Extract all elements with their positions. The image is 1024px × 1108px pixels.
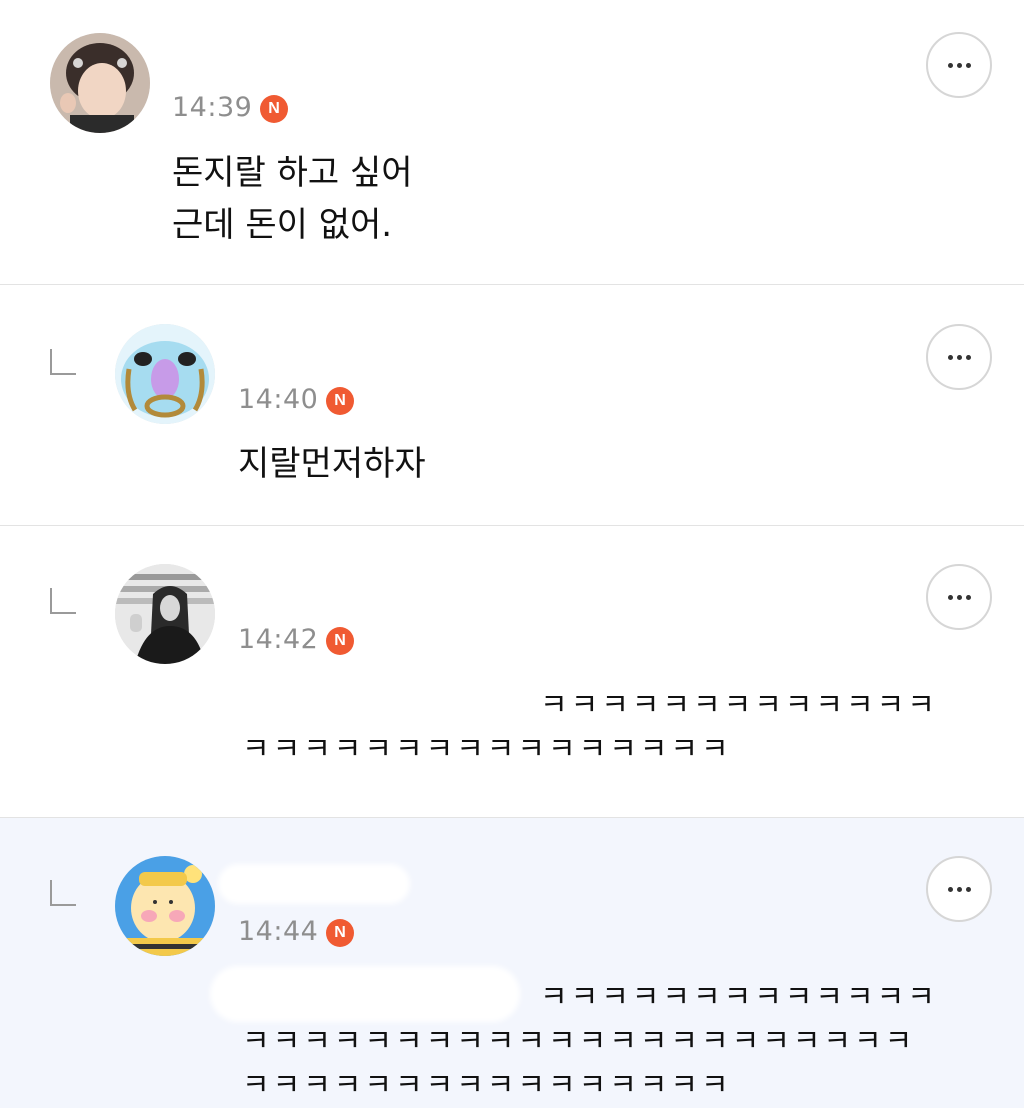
comment-text-line: ㅋㅋㅋㅋㅋㅋㅋㅋㅋㅋㅋㅋㅋ [540,688,938,723]
reply-item: 14:40 N 지랄먼저하자 [0,285,1024,526]
comment-time: 14:44 [238,916,319,947]
comment-text-line: ㅋㅋㅋㅋㅋㅋㅋㅋㅋㅋㅋㅋㅋㅋㅋㅋㅋㅋㅋㅋㅋㅋ [242,1024,916,1059]
reply-arrow-icon [50,880,76,906]
comment-time: 14:39 [172,92,253,123]
comment-text-line: 지랄먼저하자 [238,444,426,484]
comment-time: 14:40 [238,384,319,415]
avatar[interactable] [115,856,215,956]
more-options-button[interactable] [926,856,992,922]
reply-arrow-icon [50,349,76,375]
more-horizontal-icon [947,62,953,68]
comment-item: 14:39 N 돈지랄 하고 싶어 근데 돈이 없어. [0,0,1024,285]
more-options-button[interactable] [926,32,992,98]
new-badge: N [326,627,354,655]
reply-item: 14:44 N ㅋㅋㅋㅋㅋㅋㅋㅋㅋㅋㅋㅋㅋ ㅋㅋㅋㅋㅋㅋㅋㅋㅋㅋㅋㅋㅋㅋㅋㅋㅋㅋ… [0,818,1024,1108]
more-horizontal-icon [947,354,953,360]
comment-time: 14:42 [238,624,319,655]
new-badge: N [260,95,288,123]
redacted-mention [210,966,520,1022]
avatar[interactable] [115,564,215,664]
avatar[interactable] [50,33,150,133]
comment-text-line: ㅋㅋㅋㅋㅋㅋㅋㅋㅋㅋㅋㅋㅋㅋㅋㅋ [242,1068,732,1103]
more-options-button[interactable] [926,564,992,630]
avatar[interactable] [115,324,215,424]
more-options-button[interactable] [926,324,992,390]
new-badge: N [326,387,354,415]
reply-item: 14:42 N ㅋㅋㅋㅋㅋㅋㅋㅋㅋㅋㅋㅋㅋ ㅋㅋㅋㅋㅋㅋㅋㅋㅋㅋㅋㅋㅋㅋㅋㅋ [0,526,1024,818]
new-badge: N [326,919,354,947]
comment-text-line: ㅋㅋㅋㅋㅋㅋㅋㅋㅋㅋㅋㅋㅋ [540,980,938,1015]
more-horizontal-icon [947,594,953,600]
comment-text-line: 돈지랄 하고 싶어 [172,153,413,193]
comment-text-line: ㅋㅋㅋㅋㅋㅋㅋㅋㅋㅋㅋㅋㅋㅋㅋㅋ [242,732,732,767]
redacted-name [218,864,410,904]
more-horizontal-icon [947,886,953,892]
reply-arrow-icon [50,588,76,614]
comment-text-line: 근데 돈이 없어. [172,205,393,245]
